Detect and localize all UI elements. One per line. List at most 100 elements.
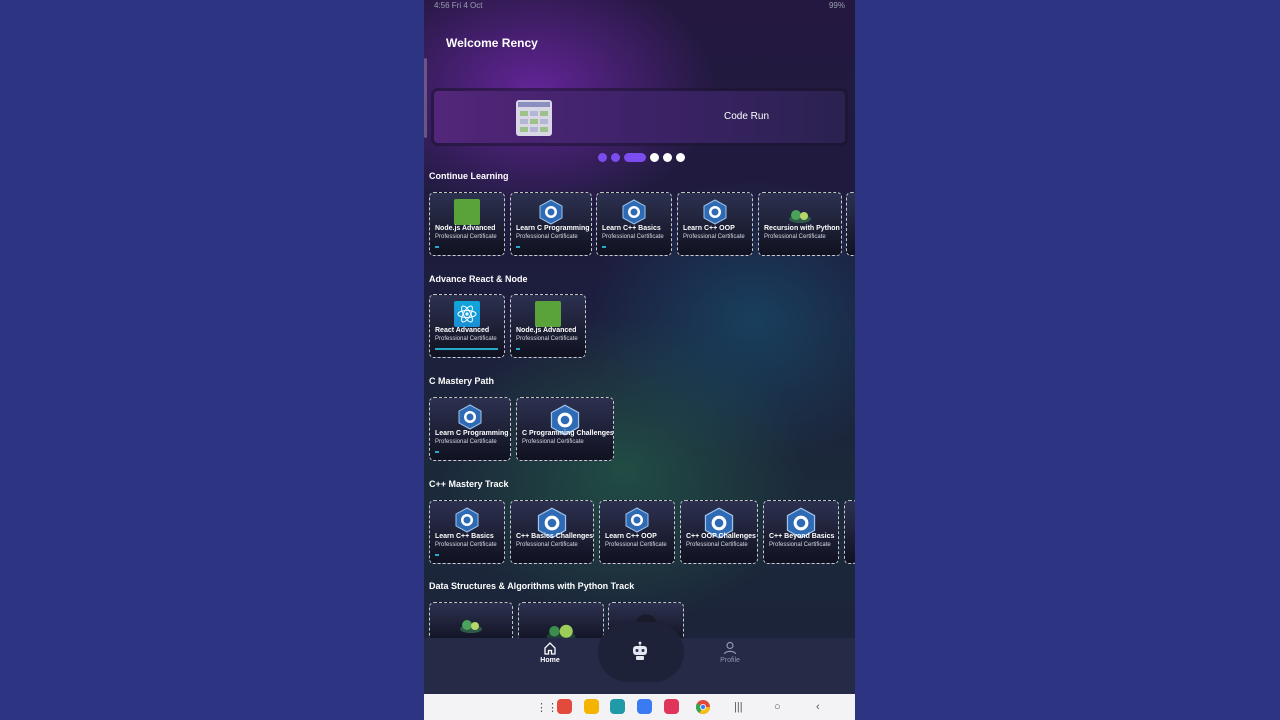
course-card[interactable]: Learn C Programming Professional Certifi… — [510, 192, 592, 256]
course-title: Learn C Programming — [435, 430, 509, 437]
progress-bar — [516, 348, 520, 350]
carousel-dot[interactable] — [598, 153, 607, 162]
course-title: Learn C++ OOP — [605, 533, 657, 540]
react-icon — [454, 301, 480, 327]
letterbox-left — [0, 0, 424, 720]
course-subtitle: Professional Certificate — [764, 234, 826, 240]
nav-profile-label: Profile — [720, 657, 740, 664]
app-shortcut-icon[interactable] — [637, 699, 652, 714]
c-language-icon — [458, 404, 482, 430]
course-subtitle: Professional Certificate — [605, 542, 667, 548]
course-card[interactable]: Learn C++ Basics Professional Certificat… — [596, 192, 672, 256]
c-language-icon — [539, 199, 563, 225]
progress-bar — [602, 246, 606, 248]
course-card[interactable]: Learn C++ Basics Professional Certificat… — [429, 500, 505, 564]
course-card[interactable]: Node.js Advanced Professional Certificat… — [429, 192, 505, 256]
edge-scroll-indicator — [424, 58, 427, 138]
course-subtitle: Professional Certificate — [435, 542, 497, 548]
carousel-dot[interactable] — [611, 153, 620, 162]
section-title: C Mastery Path — [429, 376, 495, 386]
section-title: Continue Learning — [429, 171, 509, 181]
course-subtitle: Professional Certificate — [686, 542, 748, 548]
nav-home[interactable]: Home — [537, 641, 563, 664]
course-subtitle: Professional Certificate — [683, 234, 745, 240]
course-card[interactable]: React Advanced Professional Certificate — [429, 294, 505, 358]
course-card[interactable]: Learn C++ OOP Professional Certificate — [599, 500, 675, 564]
course-title: Node.js Advanced — [516, 327, 577, 334]
letterbox-right — [855, 0, 1280, 720]
app-shortcut-icon[interactable] — [584, 699, 599, 714]
featured-banner[interactable]: Code Run — [434, 91, 845, 143]
course-card[interactable]: C++ Beyond Basics Professional Certifica… — [763, 500, 839, 564]
course-card[interactable]: Learn C Programming Professional Certifi… — [429, 397, 511, 461]
course-card[interactable]: C++ OOP Challenges Professional Certific… — [680, 500, 758, 564]
carousel-dot[interactable] — [676, 153, 685, 162]
course-subtitle: Professional Certificate — [516, 234, 578, 240]
status-bar: 4:56 Fri 4 Oct 99% — [424, 0, 855, 12]
back-icon[interactable]: ‹ — [816, 701, 820, 713]
robot-icon[interactable] — [629, 640, 651, 662]
progress-bar — [435, 554, 439, 556]
app-shortcut-icon[interactable] — [610, 699, 625, 714]
cpp-icon — [455, 507, 479, 533]
course-subtitle: Professional Certificate — [769, 542, 831, 548]
progress-bar — [516, 246, 520, 248]
battery-level: 99% — [828, 1, 845, 10]
course-title: C Programming Challenges — [522, 430, 614, 437]
chrome-icon[interactable] — [695, 699, 711, 715]
nodejs-icon — [454, 199, 480, 225]
course-subtitle: Professional Certificate — [516, 542, 578, 548]
welcome-heading: Welcome Rency — [446, 36, 538, 50]
progress-bar — [435, 451, 439, 453]
course-card[interactable]: C Programming Challenges Professional Ce… — [516, 397, 614, 461]
course-card[interactable]: Recursion with Python Professional Certi… — [758, 192, 842, 256]
course-subtitle: Professional Certificate — [435, 336, 497, 342]
course-title: C++ Basics Challenges — [516, 533, 594, 540]
course-title: Learn C++ OOP — [683, 225, 735, 232]
cpp-icon — [703, 199, 727, 225]
python-illustration-icon — [460, 620, 482, 633]
course-card-partial[interactable] — [846, 192, 855, 256]
course-card[interactable]: Learn C++ OOP Professional Certificate — [677, 192, 753, 256]
course-card-partial[interactable] — [844, 500, 855, 564]
course-subtitle: Professional Certificate — [516, 336, 578, 342]
section-title: C++ Mastery Track — [429, 479, 509, 489]
carousel-dot-active[interactable] — [624, 153, 646, 162]
carousel-dot[interactable] — [663, 153, 672, 162]
app-screen: 4:56 Fri 4 Oct 99% Welcome Rency Code Ru… — [424, 0, 855, 720]
banner-label: Code Run — [724, 111, 770, 122]
course-card[interactable]: Node.js Advanced Professional Certificat… — [510, 294, 586, 358]
course-title: C++ OOP Challenges — [686, 533, 756, 540]
status-time: 4:56 Fri 4 Oct — [434, 1, 483, 10]
code-editor-icon — [516, 100, 552, 136]
home-icon — [544, 642, 556, 655]
course-title: Recursion with Python — [764, 225, 840, 232]
person-icon — [723, 641, 737, 655]
home-button-icon[interactable]: ○ — [774, 701, 781, 713]
progress-bar — [435, 348, 498, 350]
nav-home-label: Home — [540, 657, 560, 664]
course-subtitle: Professional Certificate — [435, 234, 497, 240]
course-title: Learn C++ Basics — [435, 533, 494, 540]
cpp-icon — [622, 199, 646, 225]
course-subtitle: Professional Certificate — [435, 439, 497, 445]
course-title: Learn C Programming — [516, 225, 590, 232]
course-subtitle: Professional Certificate — [602, 234, 664, 240]
carousel-dot[interactable] — [650, 153, 659, 162]
nav-profile[interactable]: Profile — [716, 641, 744, 664]
section-title: Data Structures & Algorithms with Python… — [429, 581, 635, 591]
recents-icon[interactable]: ||| — [734, 701, 743, 713]
app-shortcut-icon[interactable] — [664, 699, 679, 714]
course-title: Node.js Advanced — [435, 225, 496, 232]
python-illustration-icon — [789, 210, 811, 223]
course-title: Learn C++ Basics — [602, 225, 661, 232]
course-title: C++ Beyond Basics — [769, 533, 835, 540]
nodejs-icon — [535, 301, 561, 327]
course-subtitle: Professional Certificate — [522, 439, 584, 445]
app-drawer-icon[interactable]: ⋮⋮ — [536, 701, 558, 714]
course-card[interactable]: C++ Basics Challenges Professional Certi… — [510, 500, 594, 564]
app-shortcut-icon[interactable] — [557, 699, 572, 714]
progress-bar — [435, 246, 439, 248]
section-title: Advance React & Node — [429, 274, 528, 284]
cpp-icon — [625, 507, 649, 533]
